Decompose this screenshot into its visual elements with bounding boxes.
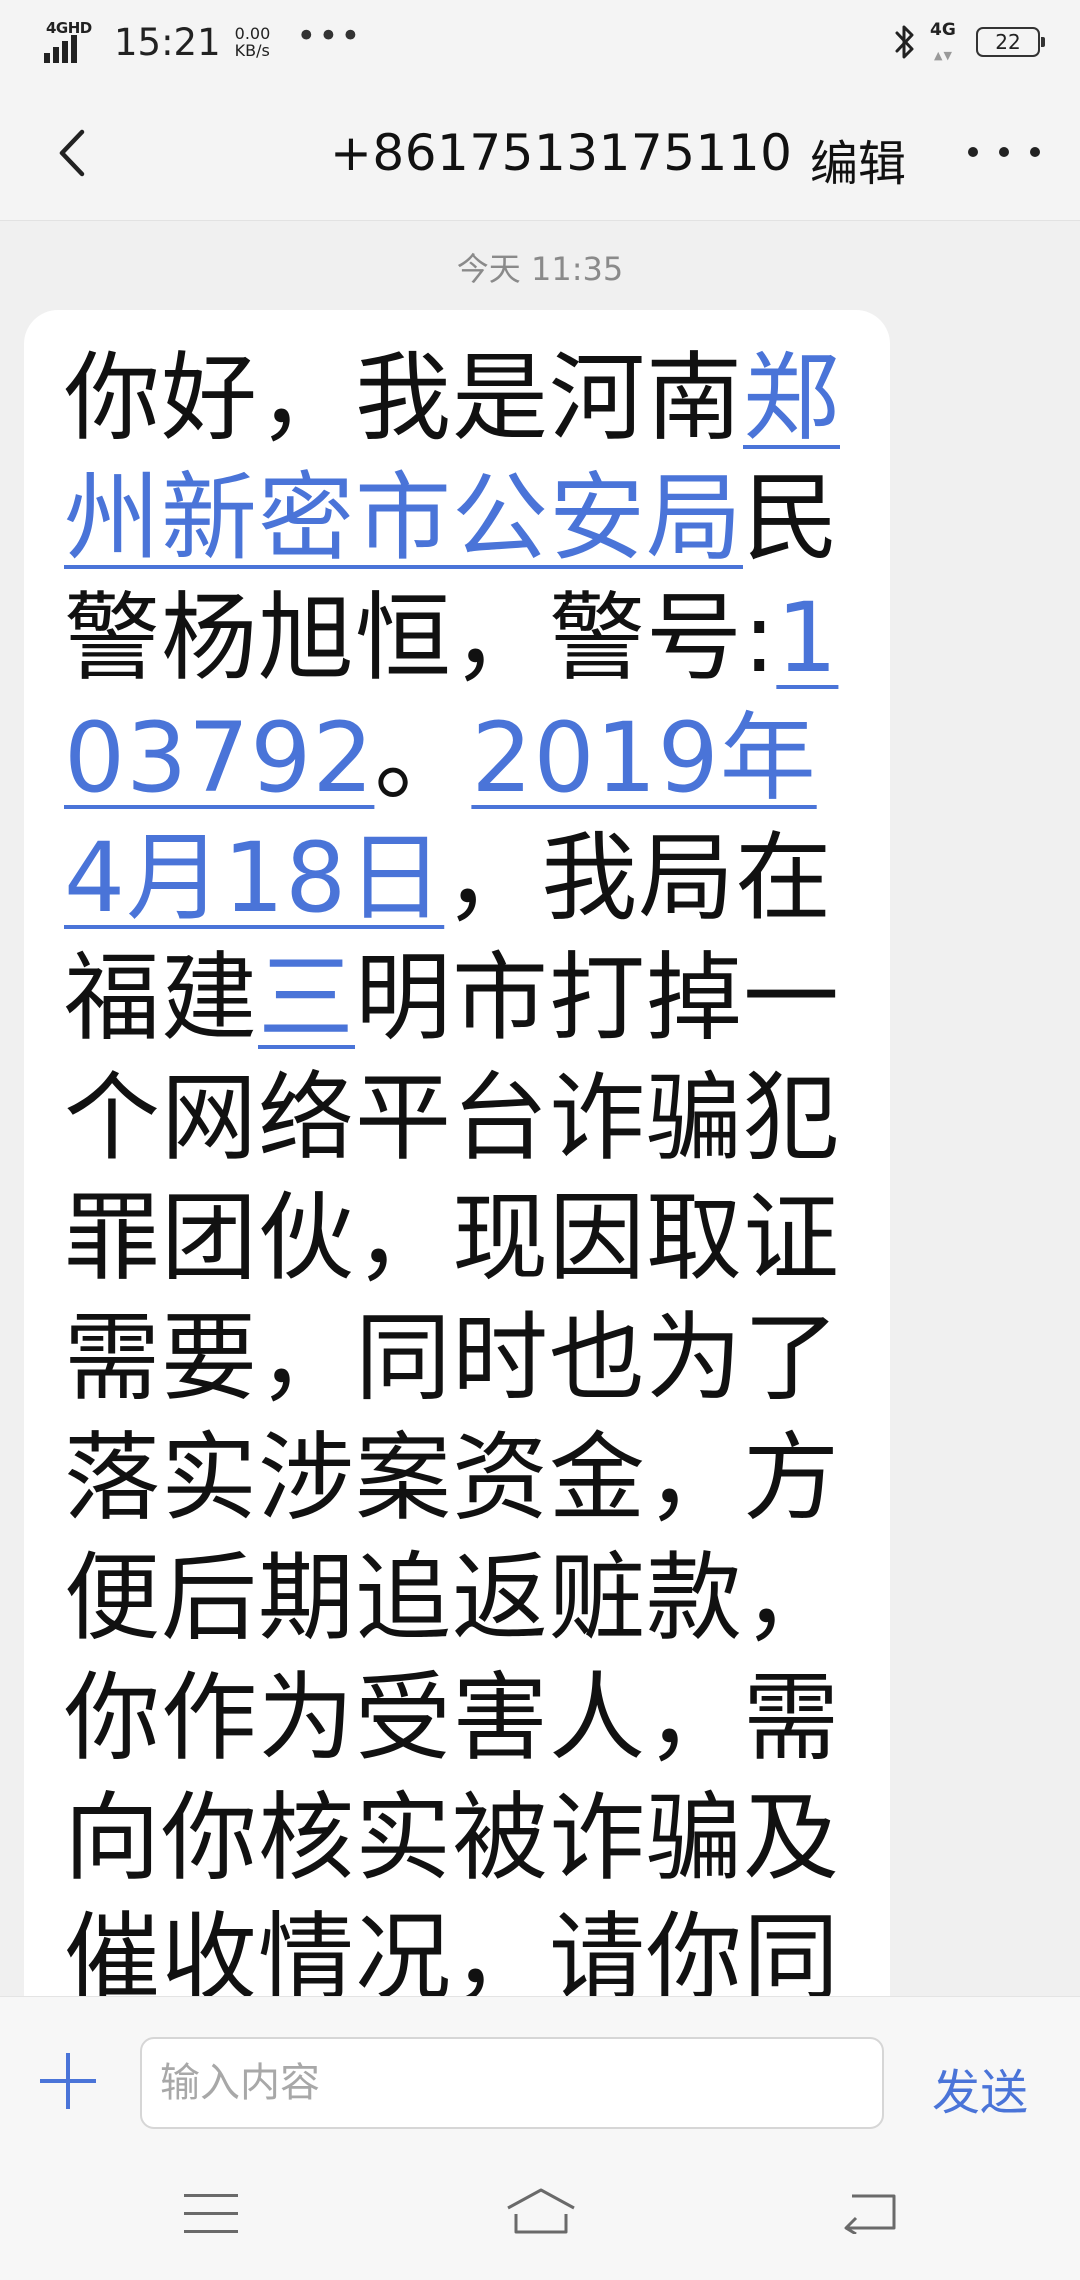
status-time: 15:21 [114,20,221,64]
message-timestamp: 今天 11:35 [456,250,624,288]
network-speed-value: 0.00 [234,24,271,43]
contact-phone-number: +8617513175110 [330,124,793,182]
message-input[interactable] [140,2037,884,2129]
menu-icon[interactable] [184,2194,238,2234]
compose-bar: 发送 [0,1996,1080,2147]
mobile-data-icon: 4G ▲▼ [930,20,962,64]
network-speed-unit: KB/s [234,41,270,60]
data-activity-arrows-icon: ▲▼ [934,49,953,62]
message-text-segment: 你好，我是河南 [64,342,743,454]
plus-icon[interactable] [40,2053,96,2109]
chevron-left-icon [59,129,85,177]
ellipsis-icon: ••• [296,16,363,56]
more-options-button[interactable] [968,124,1040,180]
back-button[interactable] [44,118,104,188]
sms-conversation-screen: 4GHD 15:21 0.00 KB/s ••• 4G ▲▼ 22 +86175… [0,0,1080,2280]
bluetooth-icon [895,25,914,59]
send-button[interactable]: 发送 [932,2053,1028,2123]
home-icon[interactable] [504,2186,578,2236]
message-text: 你好，我是河南郑州新密市公安局民警杨旭恒，警号:103792。2019年4月18… [64,338,868,2018]
more-dots-icon [968,147,978,157]
conversation-header: +8617513175110 编辑 [0,84,1080,221]
signal-bars [44,35,80,63]
status-bar-left: 4GHD 15:21 0.00 KB/s ••• [44,14,362,70]
cellular-signal-icon: 4GHD [44,17,98,67]
message-link-place[interactable]: 三 [258,942,355,1054]
status-bar-right: 4G ▲▼ 22 [890,16,1045,68]
edit-button[interactable]: 编辑 [810,124,906,194]
back-arrow-icon[interactable] [842,2190,898,2234]
battery-level: 22 [995,30,1021,54]
message-text-segment: 。 [374,702,472,814]
network-speed: 0.00 KB/s [235,25,271,59]
network-type: 4G [930,20,956,40]
system-navigation-bar [0,2146,1080,2280]
status-bar: 4GHD 15:21 0.00 KB/s ••• 4G ▲▼ 22 [0,0,1080,84]
battery-icon: 22 [976,27,1045,57]
incoming-message-bubble[interactable]: 你好，我是河南郑州新密市公安局民警杨旭恒，警号:103792。2019年4月18… [24,310,890,2030]
message-text-segment: 明市打掉一个网络平台诈骗犯罪团伙，现因取证需要，同时也为了落实涉案资金，方便后期… [64,942,840,2014]
